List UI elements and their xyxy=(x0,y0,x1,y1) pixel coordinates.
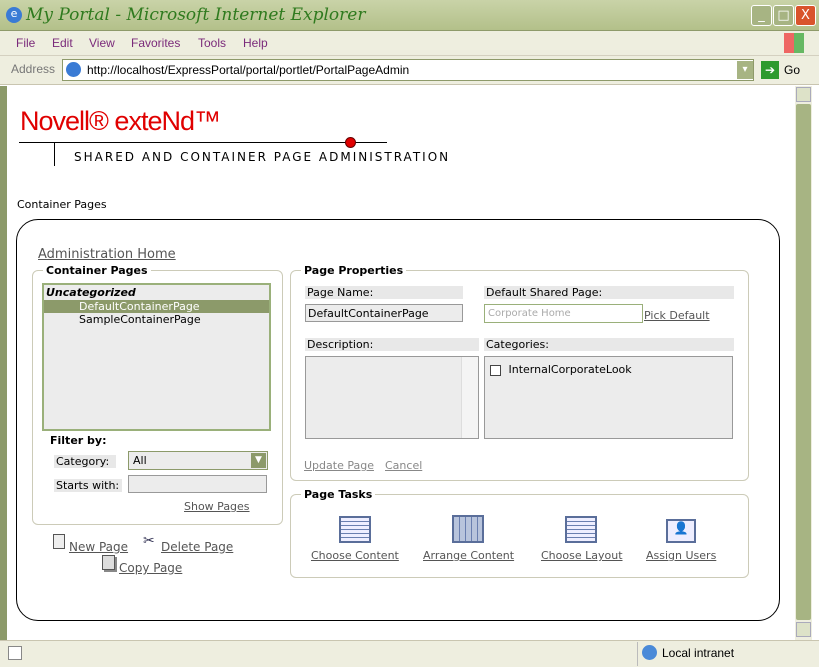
description-label: Description: xyxy=(305,338,479,351)
arrange-content-link[interactable]: Arrange Content xyxy=(423,549,514,562)
menu-favorites[interactable]: Favorites xyxy=(131,36,180,50)
minimize-button[interactable]: _ xyxy=(751,5,772,26)
arrange-content-icon[interactable] xyxy=(452,515,484,543)
maximize-button[interactable]: □ xyxy=(773,5,794,26)
container-pages-legend: Container Pages xyxy=(46,264,148,277)
go-arrow-icon[interactable]: ➔ xyxy=(761,61,779,79)
assign-users-icon[interactable]: 👤 xyxy=(666,519,696,543)
divider xyxy=(54,142,55,166)
choose-content-link[interactable]: Choose Content xyxy=(311,549,399,562)
choose-layout-link[interactable]: Choose Layout xyxy=(541,549,623,562)
delete-page-link[interactable]: Delete Page xyxy=(161,540,233,554)
address-input[interactable]: http://localhost/ExpressPortal/portal/po… xyxy=(62,59,754,81)
update-page-link[interactable]: Update Page xyxy=(304,459,374,472)
choose-content-icon[interactable] xyxy=(339,516,371,543)
divider xyxy=(637,642,638,666)
assign-users-link[interactable]: Assign Users xyxy=(646,549,716,562)
category-option: InternalCorporateLook xyxy=(508,363,632,376)
window-title: My Portal - Microsoft Internet Explorer xyxy=(26,5,366,25)
new-page-icon[interactable] xyxy=(53,534,65,549)
filter-title: Filter by: xyxy=(50,434,107,447)
category-select[interactable]: All ▼ xyxy=(128,451,268,470)
security-zone: Local intranet xyxy=(662,646,735,660)
container-pages-list[interactable]: Uncategorized DefaultContainerPage Sampl… xyxy=(42,283,271,431)
list-item[interactable]: SampleContainerPage xyxy=(44,313,269,326)
category-label: Category: xyxy=(54,455,116,468)
red-dot-icon xyxy=(345,137,356,148)
starts-with-input[interactable] xyxy=(128,475,267,493)
administration-home-link[interactable]: Administration Home xyxy=(38,247,176,262)
page-name-label: Page Name: xyxy=(305,286,463,299)
default-shared-page-label: Default Shared Page: xyxy=(484,286,734,299)
categories-label: Categories: xyxy=(484,338,734,351)
menu-view[interactable]: View xyxy=(89,36,115,50)
choose-layout-icon[interactable] xyxy=(565,516,597,543)
list-item-selected[interactable]: DefaultContainerPage xyxy=(44,300,269,313)
starts-with-label: Starts with: xyxy=(54,479,122,492)
address-label: Address xyxy=(11,62,56,76)
chevron-down-icon[interactable]: ▼ xyxy=(251,453,266,468)
page-properties-legend: Page Properties xyxy=(304,264,404,277)
categories-list: InternalCorporateLook xyxy=(484,356,733,439)
windows-logo-icon xyxy=(784,33,804,53)
category-value: All xyxy=(133,454,147,467)
pick-default-link[interactable]: Pick Default xyxy=(644,309,710,322)
scissors-icon[interactable]: ✂ xyxy=(143,533,155,549)
address-dropdown[interactable]: ▾ xyxy=(737,61,753,79)
ie-icon: e xyxy=(6,7,22,23)
menu-help[interactable]: Help xyxy=(243,36,268,50)
page-status-icon xyxy=(8,646,22,660)
default-shared-page-input[interactable]: Corporate Home xyxy=(484,304,643,323)
menu-bar xyxy=(0,31,819,56)
copy-page-icon[interactable] xyxy=(102,555,115,570)
novell-logo: Novell® exteNd™ xyxy=(20,106,221,136)
new-page-link[interactable]: New Page xyxy=(69,540,128,554)
category-checkbox[interactable] xyxy=(490,364,501,376)
vertical-scrollbar[interactable] xyxy=(795,86,812,640)
menu-file[interactable]: File xyxy=(16,36,35,50)
go-button[interactable]: Go xyxy=(784,63,800,77)
page-subtitle: SHARED AND CONTAINER PAGE ADMINISTRATION xyxy=(74,150,451,164)
category-header: Uncategorized xyxy=(46,286,136,299)
description-textarea[interactable] xyxy=(305,356,479,439)
menu-edit[interactable]: Edit xyxy=(52,36,73,50)
textarea-scrollbar[interactable] xyxy=(461,357,478,438)
globe-icon xyxy=(642,645,657,660)
menu-tools[interactable]: Tools xyxy=(198,36,226,50)
close-button[interactable]: X xyxy=(795,5,816,26)
page-tasks-legend: Page Tasks xyxy=(304,488,373,501)
copy-page-link[interactable]: Copy Page xyxy=(119,561,182,575)
window-border xyxy=(0,86,7,640)
page-icon xyxy=(66,62,81,77)
page-name-input[interactable]: DefaultContainerPage xyxy=(305,304,463,322)
breadcrumb: Container Pages xyxy=(17,198,107,211)
cancel-link[interactable]: Cancel xyxy=(385,459,422,472)
show-pages-link[interactable]: Show Pages xyxy=(184,500,250,513)
divider xyxy=(19,142,387,143)
